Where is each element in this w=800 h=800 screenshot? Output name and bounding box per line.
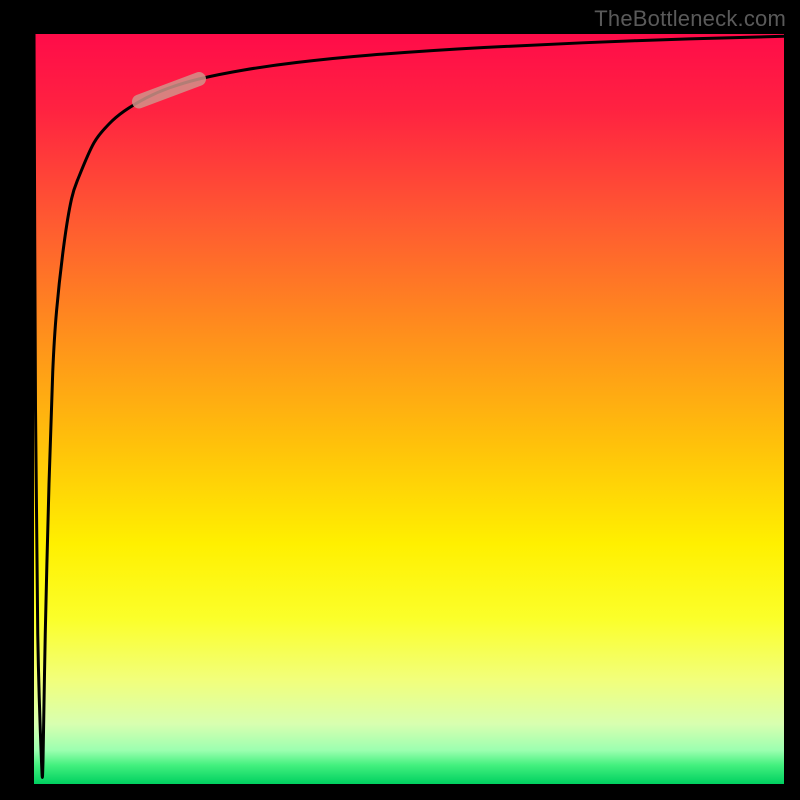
curve-layer [34,34,784,784]
highlight-segment [139,79,199,102]
watermark-text: TheBottleneck.com [594,6,786,32]
plot-area [34,34,784,784]
chart-frame: TheBottleneck.com [0,0,800,800]
bottleneck-curve [34,34,784,777]
